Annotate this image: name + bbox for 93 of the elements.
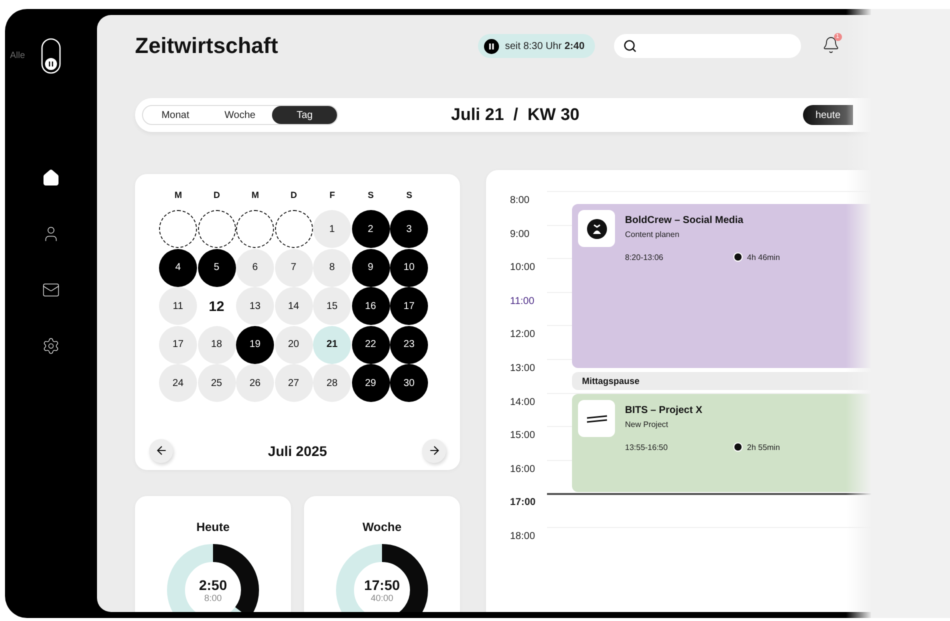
calendar-day[interactable]: 17 [159, 326, 197, 364]
entry-subtitle: New Project [625, 420, 670, 429]
calendar-day[interactable]: 9 [352, 248, 390, 286]
calendar-day[interactable]: 25 [198, 364, 236, 402]
timer-pill[interactable]: seit 8:30 Uhr 2:40 [478, 34, 594, 58]
calendar-day[interactable]: 14 [274, 287, 312, 325]
time-entry[interactable]: BoldCrew – Social Media Content planen 8:20-13:06 4h 46min [572, 204, 871, 368]
weekday-label: M [250, 190, 260, 200]
time-entry[interactable]: BITS – Project X New Project 13:55-16:50 2h 55min [572, 394, 871, 492]
calendar-day[interactable]: 27 [274, 364, 312, 402]
calendar-day[interactable]: 29 [352, 364, 390, 402]
calendar-day[interactable]: 26 [236, 364, 274, 402]
entry-title: BITS – Project X [625, 405, 704, 416]
clock-icon [733, 442, 743, 452]
hour-label: 9:00 [510, 228, 530, 242]
month-label: Juli 2025 [268, 442, 328, 458]
hour-label: 13:00 [510, 362, 536, 376]
calendar-day[interactable]: 5 [198, 248, 236, 286]
toggle-icon[interactable] [41, 38, 61, 74]
calendar-day[interactable]: 15 [313, 287, 351, 325]
timer-text: seit 8:30 Uhr 2:40 [505, 40, 584, 52]
logo-icon [586, 414, 608, 424]
search-icon [622, 39, 636, 53]
stat-value: 2:50 [198, 577, 228, 593]
hour-label: 15:00 [510, 429, 536, 444]
hour-label: 12:00 [510, 328, 536, 342]
hour-label: 10:00 [510, 261, 536, 276]
calendar-day[interactable]: 17 [390, 287, 428, 325]
hour-label: 17:00 [510, 496, 537, 510]
hour-label: 16:00 [510, 462, 536, 477]
weekday-label: S [405, 190, 414, 200]
entry-subtitle: Content planen [625, 230, 680, 239]
entry-duration: 2h 55min [747, 442, 780, 452]
calendar-day[interactable]: 28 [313, 364, 351, 402]
entry-title: BoldCrew – Social Media [625, 215, 744, 226]
calendar-day[interactable]: 3 [390, 210, 428, 248]
calendar-day[interactable]: 7 [274, 248, 312, 286]
clock-icon [733, 252, 743, 262]
weekday-label: F [328, 190, 336, 200]
stat-target: 8:00 [204, 593, 222, 603]
today-button[interactable]: heute [803, 105, 853, 125]
page-title: Zeitwirtschaft [135, 33, 280, 59]
calendar-day[interactable]: 19 [236, 326, 274, 364]
entry-time: 8:20-13:06 [625, 252, 664, 262]
calendar-day[interactable]: 8 [313, 248, 351, 286]
previous-month-button[interactable] [149, 438, 173, 462]
view-tab[interactable]: Monat [143, 106, 208, 124]
bell-icon[interactable] [822, 36, 840, 54]
calendar-day[interactable]: 24 [159, 364, 197, 402]
calendar-day[interactable]: 30 [390, 364, 428, 402]
right-arrow-icon [428, 444, 440, 457]
view-tab[interactable]: Woche [208, 106, 272, 124]
stat-title: Woche [362, 520, 402, 534]
date-title: Juli 21 / KW 30 [451, 105, 580, 125]
break-title: Mittagspause [582, 376, 640, 386]
calendar-day[interactable]: 4 [159, 248, 197, 286]
calendar-day[interactable]: 6 [236, 248, 274, 286]
calendar-day[interactable]: 13 [236, 287, 274, 325]
filter-label: Alle [10, 50, 26, 60]
calendar-day[interactable]: 16 [352, 287, 390, 325]
calendar-day[interactable]: 23 [390, 326, 428, 364]
calendar-day[interactable]: 22 [352, 326, 390, 364]
logo-icon [586, 218, 606, 238]
entry-duration: 4h 46min [747, 252, 780, 262]
stat-title: Heute [196, 520, 230, 534]
stat-target: 40:00 [370, 593, 394, 603]
hour-label: 8:00 [510, 194, 530, 208]
calendar-day[interactable]: 18 [198, 326, 236, 364]
weekday-label: D [212, 190, 221, 200]
hour-label: 11:00 [510, 294, 536, 309]
calendar-day[interactable]: 12 [198, 287, 236, 325]
weekday-label: M [174, 190, 183, 200]
empty-day [198, 210, 236, 248]
calendar-day[interactable]: 2 [352, 210, 390, 248]
pause-icon[interactable] [484, 38, 499, 54]
weekday-label: S [366, 190, 375, 200]
empty-day [236, 210, 274, 248]
empty-day [159, 210, 197, 248]
hour-label: 14:00 [510, 396, 536, 410]
calendar-day[interactable]: 20 [274, 326, 312, 364]
left-arrow-icon [154, 444, 168, 457]
calendar-day[interactable]: 21 [313, 326, 351, 364]
hour-label: 18:00 [510, 530, 536, 544]
calendar-day[interactable]: 1 [313, 210, 351, 248]
calendar-day[interactable]: 11 [159, 287, 197, 325]
weekday-label: D [290, 190, 298, 200]
break-entry[interactable]: Mittagspause [572, 372, 871, 390]
view-tab[interactable]: Tag [272, 106, 338, 124]
calendar-day[interactable]: 10 [390, 248, 428, 286]
entry-time: 13:55-16:50 [625, 442, 669, 452]
stat-value: 17:50 [364, 577, 400, 593]
search-field[interactable] [614, 34, 800, 58]
next-month-button[interactable] [422, 438, 446, 462]
